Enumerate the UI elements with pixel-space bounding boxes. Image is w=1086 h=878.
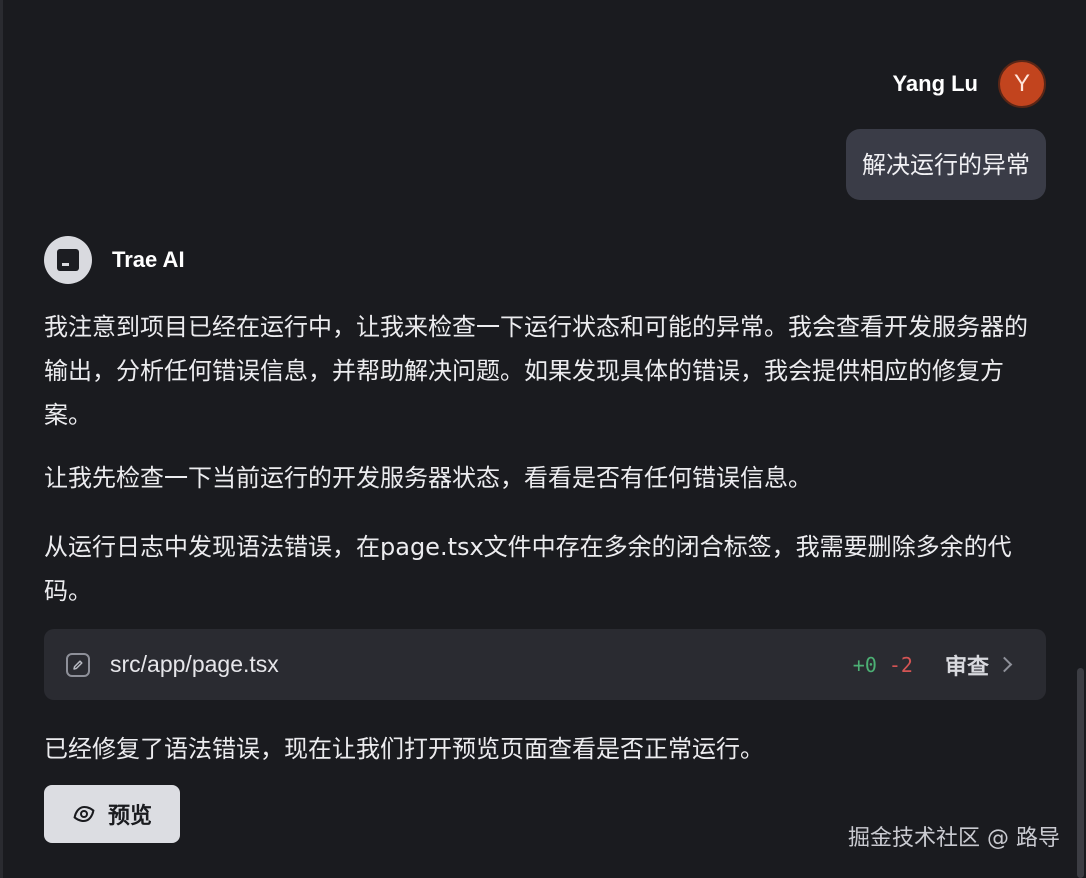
preview-button[interactable]: 预览 bbox=[44, 785, 180, 843]
review-label: 审查 bbox=[944, 654, 989, 680]
file-change-card[interactable]: src/app/page.tsx +0 -2 审查 bbox=[44, 629, 1046, 700]
left-panel-edge bbox=[0, 0, 3, 878]
ai-paragraph: 已经修复了语法错误，现在让我们打开预览页面查看是否正常运行。 bbox=[44, 735, 764, 763]
user-avatar: Y bbox=[998, 60, 1046, 108]
diff-additions: +0 bbox=[852, 652, 877, 677]
user-message-header: Yang Lu Y bbox=[892, 60, 1046, 108]
ai-paragraph: 从运行日志中发现语法错误，在page.tsx文件中存在多余的闭合标签，我需要删除… bbox=[44, 533, 1012, 605]
user-message-bubble: 解决运行的异常 bbox=[846, 129, 1046, 200]
ai-message-header: Trae AI bbox=[44, 236, 185, 284]
user-name: Yang Lu bbox=[892, 71, 978, 96]
ai-paragraph: 我注意到项目已经在运行中，让我来检查一下运行状态和可能的异常。我会查看开发服务器… bbox=[44, 313, 1028, 429]
ai-paragraph: 让我先检查一下当前运行的开发服务器状态，看看是否有任何错误信息。 bbox=[44, 464, 812, 492]
watermark: 掘金技术社区 @ 路导 bbox=[848, 826, 1060, 851]
preview-label: 预览 bbox=[107, 804, 152, 829]
scrollbar-thumb[interactable] bbox=[1077, 668, 1084, 878]
file-path[interactable]: src/app/page.tsx bbox=[110, 651, 853, 678]
trae-logo-icon bbox=[57, 249, 79, 271]
ai-name: Trae AI bbox=[112, 247, 185, 272]
pencil-edit-icon bbox=[66, 652, 90, 677]
eye-icon bbox=[73, 805, 95, 823]
chevron-right-icon bbox=[996, 656, 1013, 673]
diff-deletions: -2 bbox=[888, 652, 913, 677]
ai-avatar bbox=[44, 236, 92, 284]
review-button[interactable]: 审查 bbox=[945, 649, 1024, 681]
